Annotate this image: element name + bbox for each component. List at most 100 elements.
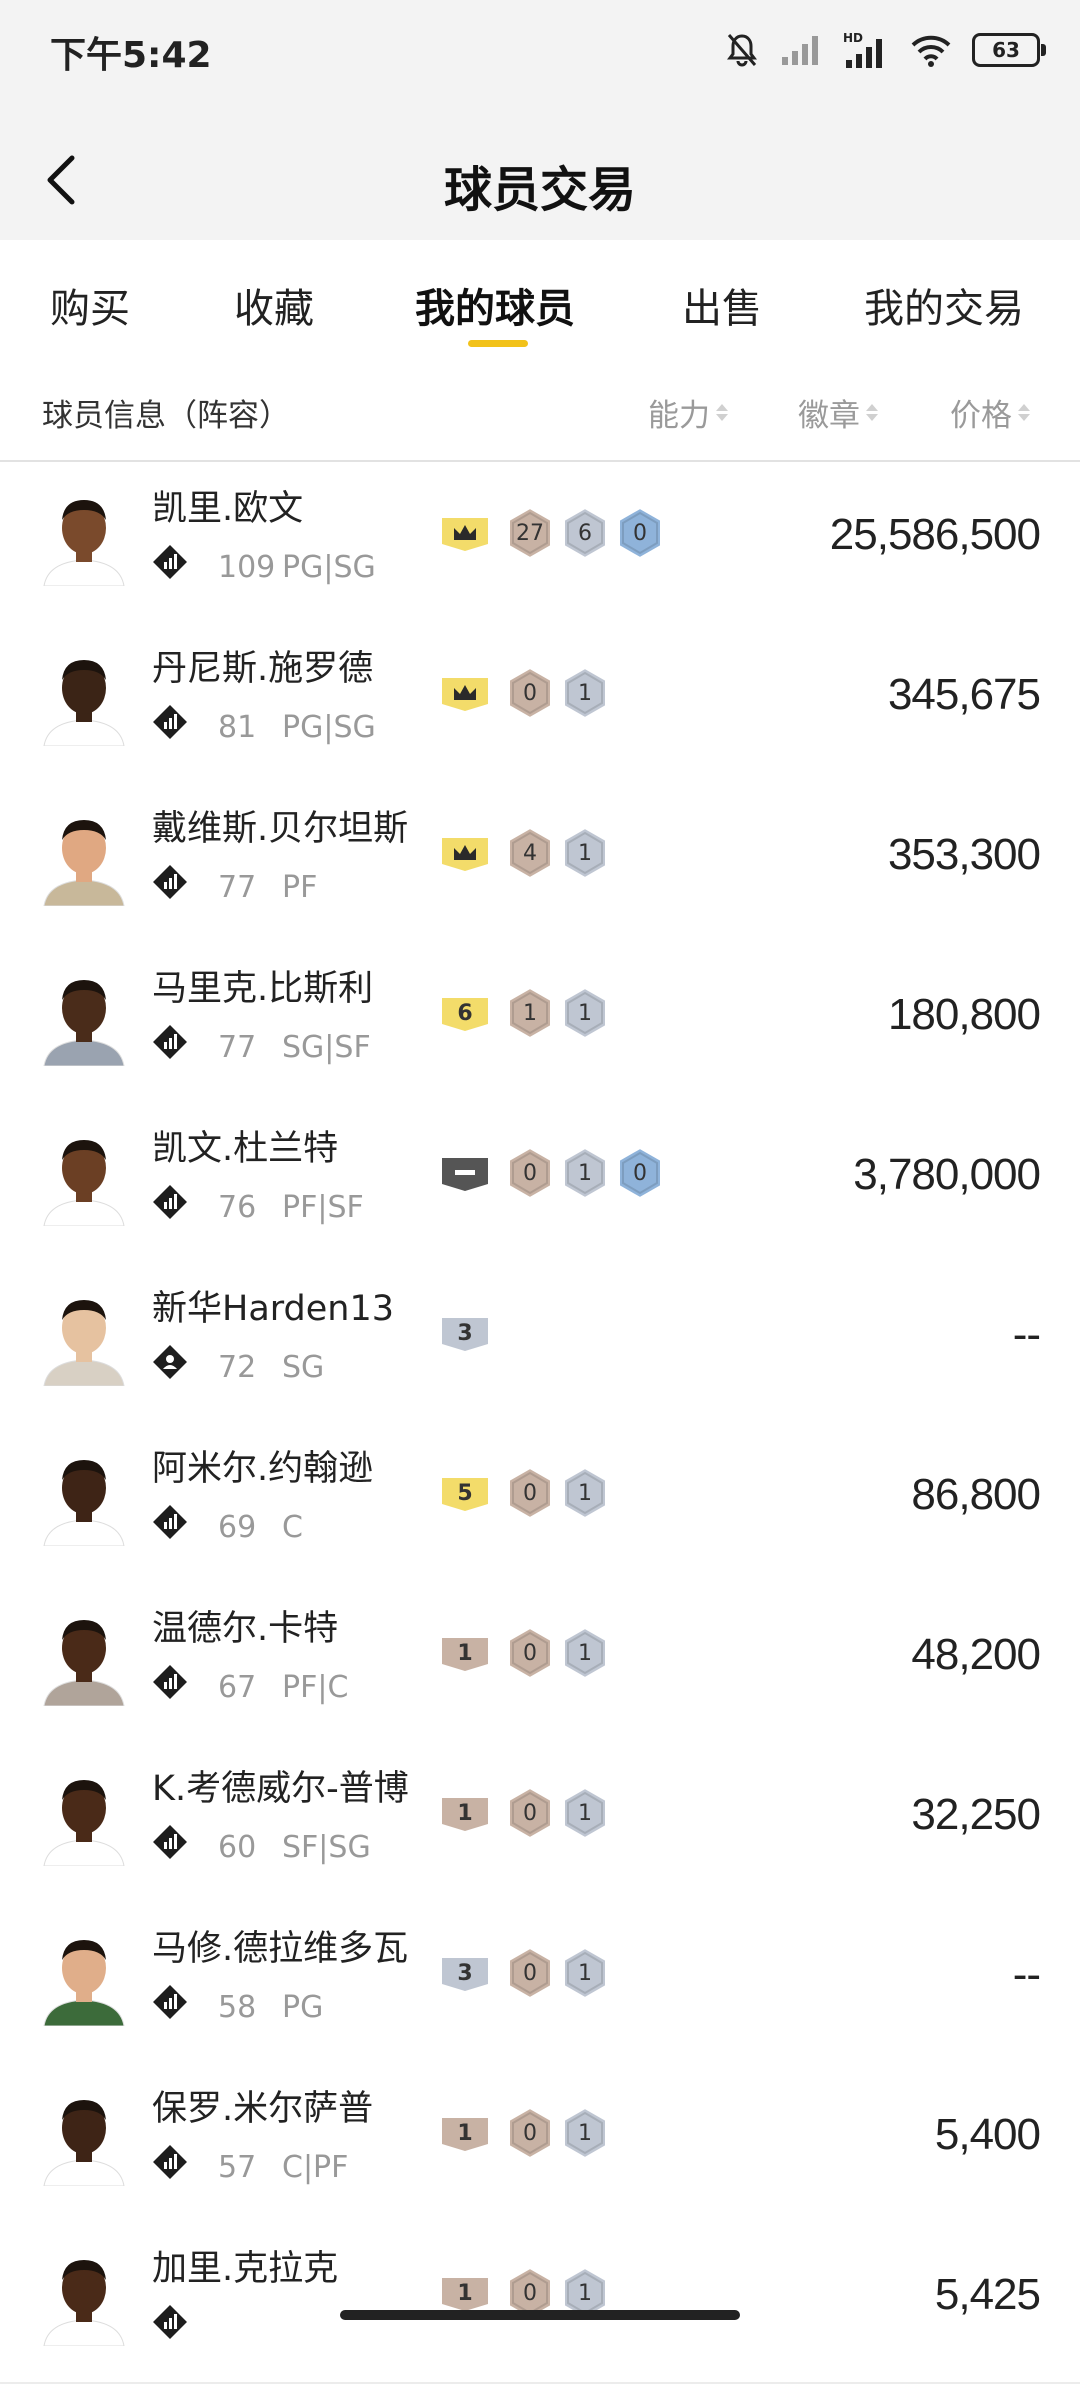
sort-arrows-icon	[866, 404, 878, 421]
tier-level: 1	[457, 2120, 473, 2146]
player-rating: 67	[218, 1670, 257, 1705]
badge-count: 1	[578, 1160, 592, 1186]
status-bar: 下午5:42 HD 63	[0, 0, 1080, 100]
badge-count: 1	[578, 2120, 592, 2146]
home-indicator[interactable]	[340, 2310, 740, 2320]
player-name: 新华Harden13	[152, 1289, 395, 1329]
player-card-stats-icon	[153, 2305, 187, 2339]
player-price: 3,780,000	[853, 1150, 1041, 1199]
badge-count: 0	[523, 1480, 537, 1506]
player-row[interactable]: 凯文.杜兰特 76 PF|SF 0 1 0 3,780,000	[0, 1102, 1080, 1264]
crown-icon	[454, 845, 476, 860]
player-price: 5,400	[934, 2110, 1041, 2159]
player-avatar	[43, 1940, 125, 2026]
badge-count: 1	[578, 840, 592, 866]
wifi-icon	[911, 35, 951, 67]
tier-level: 3	[457, 1320, 473, 1346]
player-row[interactable]: 阿米尔.约翰逊 69 C 5 0 1 86,800	[0, 1422, 1080, 1584]
player-price: --	[1012, 1950, 1041, 1999]
player-name: 丹尼斯.施罗德	[152, 649, 374, 689]
badge-count: 1	[578, 1640, 592, 1666]
player-name: 凯里.欧文	[152, 489, 304, 529]
player-rating: 60	[218, 1830, 257, 1865]
sort-arrows-icon	[716, 404, 728, 421]
player-position: PG	[282, 1990, 324, 2025]
player-row[interactable]: 丹尼斯.施罗德 81 PG|SG 0 1 345,675	[0, 622, 1080, 784]
player-name: 戴维斯.贝尔坦斯	[152, 809, 409, 849]
player-row[interactable]: 马里克.比斯利 77 SG|SF 6 1 1 180,800	[0, 942, 1080, 1104]
tab-sell[interactable]: 出售	[682, 276, 762, 334]
tier-level: 3	[457, 1960, 473, 1986]
player-row[interactable]: 凯里.欧文 109 PG|SG 27 6 0 25,586,500	[0, 462, 1080, 624]
player-position: PF|C	[282, 1670, 349, 1705]
player-avatar	[43, 1620, 125, 1706]
sort-ability[interactable]: 能力	[648, 390, 728, 435]
player-card-stats-icon	[153, 1025, 187, 1059]
tab-bar: 购买 收藏 我的球员 出售 我的交易	[0, 240, 1080, 360]
player-avatar	[43, 1300, 125, 1386]
tab-buy[interactable]: 购买	[50, 276, 130, 334]
column-header: 球员信息（阵容） 能力 徽章 价格	[0, 360, 1080, 462]
badge-count: 0	[523, 680, 537, 706]
badge-count: 0	[633, 520, 647, 546]
badge-count: 1	[578, 1960, 592, 1986]
badge-count: 1	[578, 1000, 592, 1026]
player-row[interactable]: 新华Harden13 72 SG 3 --	[0, 1262, 1080, 1424]
player-row[interactable]: 保罗.米尔萨普 57 C|PF 1 0 1 5,400	[0, 2062, 1080, 2224]
player-card-stats-icon	[153, 1505, 187, 1539]
badge-count: 1	[578, 1800, 592, 1826]
player-row[interactable]: 戴维斯.贝尔坦斯 77 PF 4 1 353,300	[0, 782, 1080, 944]
player-row[interactable]: 加里.克拉克 1 0 1 5,425	[0, 2222, 1080, 2384]
player-avatar	[43, 1780, 125, 1866]
badge-count: 0	[523, 1640, 537, 1666]
player-card-stats-icon	[153, 705, 187, 739]
badge-count: 0	[523, 2120, 537, 2146]
player-row[interactable]: 温德尔.卡特 67 PF|C 1 0 1 48,200	[0, 1582, 1080, 1744]
player-name: 马里克.比斯利	[152, 969, 374, 1009]
player-avatar	[43, 2260, 125, 2346]
player-position: PG|SG	[282, 550, 376, 585]
tier-level: 1	[457, 1800, 473, 1826]
badge-count: 4	[523, 840, 537, 866]
player-price: 25,586,500	[829, 510, 1041, 559]
player-position: C	[282, 1510, 303, 1545]
player-row[interactable]: 马修.德拉维多瓦 58 PG 3 0 1 --	[0, 1902, 1080, 2064]
player-price: 48,200	[911, 1630, 1041, 1679]
crown-icon	[454, 525, 476, 540]
tab-favorites[interactable]: 收藏	[234, 276, 314, 334]
player-price: 32,250	[911, 1790, 1041, 1839]
svg-text:HD: HD	[843, 31, 863, 45]
page-title: 球员交易	[443, 162, 636, 218]
badge-count: 0	[633, 1160, 647, 1186]
player-card-stats-icon	[153, 1825, 187, 1859]
badge-count: 1	[578, 1480, 592, 1506]
player-card-stats-icon	[153, 1665, 187, 1699]
active-tab-indicator	[468, 340, 528, 347]
player-price: 5,425	[934, 2270, 1041, 2319]
player-price: --	[1012, 1310, 1041, 1359]
badge-count: 0	[523, 1160, 537, 1186]
player-row[interactable]: K.考德威尔-普博 60 SF|SG 1 0 1 32,250	[0, 1742, 1080, 1904]
player-card-stats-icon	[153, 2145, 187, 2179]
player-price: 180,800	[887, 990, 1041, 1039]
player-rating: 109	[218, 550, 276, 585]
sort-price[interactable]: 价格	[950, 390, 1030, 435]
player-position: SF|SG	[282, 1830, 371, 1865]
status-icons: HD 63	[724, 28, 1046, 72]
sort-badge[interactable]: 徽章	[798, 390, 878, 435]
player-name: 阿米尔.约翰逊	[152, 1449, 374, 1489]
player-position: PF	[282, 870, 318, 905]
crown-icon	[454, 685, 476, 700]
player-rating: 69	[218, 1510, 257, 1545]
tier-level: 1	[457, 1640, 473, 1666]
tab-my-players[interactable]: 我的球员	[415, 276, 575, 334]
badge-count: 0	[523, 1960, 537, 1986]
player-position: C|PF	[282, 2150, 349, 2185]
badge-count: 0	[523, 1800, 537, 1826]
tab-my-trades[interactable]: 我的交易	[864, 276, 1024, 334]
player-avatar	[43, 820, 125, 906]
player-price: 86,800	[911, 1470, 1041, 1519]
player-avatar	[43, 980, 125, 1066]
player-rating: 77	[218, 870, 257, 905]
tier-level: 1	[457, 2280, 473, 2306]
